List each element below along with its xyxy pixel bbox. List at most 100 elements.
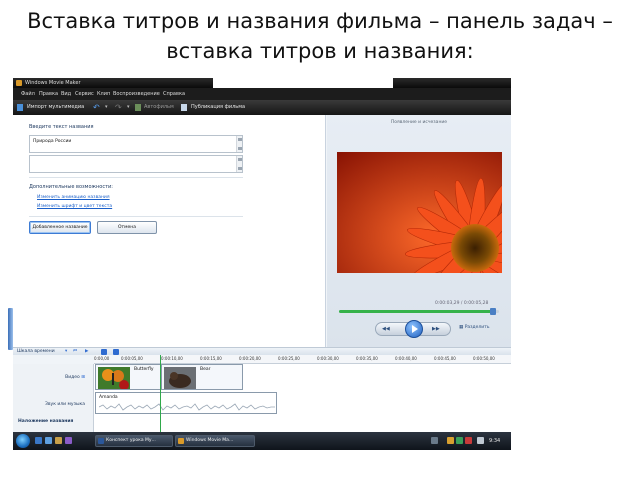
redo-dropdown-icon[interactable]: ▾ [127, 100, 130, 115]
timeline-ruler[interactable]: 0:00,00 0:00:05,00 0:00:10,00 0:00:15,00… [94, 355, 511, 364]
timeline-toolbar: Шкала времени ▾ ⏮ ▶ [13, 347, 511, 355]
ruler-tick: 0:00:30,00 [317, 356, 339, 361]
volume-icon[interactable] [477, 437, 484, 444]
slide-title: Вставка титров и названия фильма – панел… [27, 9, 613, 63]
subtitle-input-scrollbar[interactable] [236, 156, 242, 172]
more-options-heading: Дополнительные возможности: [29, 177, 243, 190]
word-icon [98, 438, 104, 444]
ruler-tick: 0:00:45,00 [434, 356, 456, 361]
play-timeline-icon[interactable]: ▶ [85, 348, 88, 356]
import-icon [17, 104, 23, 111]
subtitle-text-input[interactable] [29, 155, 243, 173]
publish-button[interactable]: Публикация фильма [191, 100, 245, 115]
menu-edit[interactable]: Правка [39, 88, 58, 100]
seek-progress [339, 310, 496, 313]
play-button[interactable] [405, 320, 423, 338]
clip-name: Amanda [99, 395, 118, 400]
flower-image [337, 152, 502, 273]
scroll-down-icon[interactable] [238, 167, 242, 170]
import-button[interactable]: Импорт мультимедиа [27, 100, 84, 115]
windows-taskbar: Конспект урока Му... Windows Movie Ma...… [13, 432, 511, 450]
rewind-timeline-icon[interactable]: ⏮ [73, 348, 77, 356]
expand-icon[interactable]: ⊞ [81, 375, 85, 380]
moviemaker-icon [178, 438, 184, 444]
menu-help[interactable]: Справка [163, 88, 185, 100]
bear-thumbnail [164, 367, 196, 389]
taskbar-item-moviemaker[interactable]: Windows Movie Ma... [175, 435, 255, 447]
add-title-button[interactable]: Добавленное название [29, 221, 91, 234]
menu-file[interactable]: Файл [21, 88, 35, 100]
app-icon [16, 80, 22, 86]
titlebar-gap [213, 78, 393, 88]
rewind-icon[interactable]: ◀◀ [382, 327, 391, 332]
change-animation-link[interactable]: Изменить анимацию названия [37, 195, 110, 200]
title-text-value: Природа России [33, 139, 72, 144]
ie-icon[interactable] [35, 437, 42, 444]
title-task-pane: Введите текст названия Природа России До… [13, 115, 326, 347]
menu-clip[interactable]: Клип [97, 88, 110, 100]
video-track-name: Видео [65, 375, 80, 380]
ruler-tick: 0:00,00 [94, 356, 110, 361]
split-button[interactable]: ▦ Разделить [459, 325, 490, 330]
tray-icon-2[interactable] [456, 437, 463, 444]
ruler-tick: 0:00:15,00 [200, 356, 222, 361]
menu-tools[interactable]: Сервис [75, 88, 94, 100]
ruler-tick: 0:00:10,00 [161, 356, 183, 361]
task-divider [29, 216, 243, 217]
desktop-icon[interactable] [45, 437, 52, 444]
taskbar-item-label: Windows Movie Ma... [186, 438, 234, 443]
media-icon[interactable] [65, 437, 72, 444]
autofilm-button[interactable]: Автофильм [144, 100, 174, 115]
video-clip-butterfly[interactable]: Butterfly [95, 364, 161, 390]
taskbar-item-label: Конспект урока Му... [106, 438, 156, 443]
ruler-tick: 0:00:35,00 [356, 356, 378, 361]
timeline-dropdown-icon[interactable]: ▾ [65, 348, 67, 356]
toolbar: Импорт мультимедиа ↶ ▾ ↷ ▾ Автофильм Пуб… [13, 100, 511, 115]
title-overlay-track-label: Наложение названия [13, 418, 94, 432]
ruler-tick: 0:00:05,00 [121, 356, 143, 361]
playback-time: 0:00:03,29 / 0:00:05,28 [435, 301, 489, 306]
title-text-label: Введите текст названия [29, 124, 94, 130]
clip-name: Butterfly [134, 367, 154, 372]
timeline-tracks: Видео ⊞ Butterfly Bear Звук или музыка A… [13, 364, 511, 432]
video-clip-bear[interactable]: Bear [161, 364, 243, 390]
scroll-up-icon[interactable] [238, 138, 242, 141]
cancel-button[interactable]: Отмена [97, 221, 157, 234]
clip-name: Bear [200, 367, 211, 372]
preview-title: Появление и исчезание [390, 120, 448, 125]
taskbar-item-lesson[interactable]: Конспект урока Му... [95, 435, 173, 447]
window-title: Windows Movie Maker [25, 80, 81, 86]
timeline-toggle[interactable]: Шкала времени [17, 348, 55, 356]
language-icon[interactable] [431, 437, 438, 444]
ruler-tick: 0:00:25,00 [278, 356, 300, 361]
preview-screen [337, 152, 502, 273]
tray-icon-1[interactable] [447, 437, 454, 444]
menu-bar: Файл Правка Вид Сервис Клип Воспроизведе… [13, 88, 511, 100]
menu-view[interactable]: Вид [61, 88, 71, 100]
video-track-label: Видео ⊞ [13, 364, 94, 392]
change-font-color-link[interactable]: Изменить шрифт и цвет текста [37, 204, 112, 209]
audio-track-label: Звук или музыка [13, 392, 94, 418]
ruler-tick: 0:00:40,00 [395, 356, 417, 361]
tray-icon-3[interactable] [465, 437, 472, 444]
seek-handle[interactable] [489, 308, 496, 315]
undo-icon[interactable]: ↶ [93, 100, 100, 115]
audio-waveform [99, 403, 275, 411]
forward-icon[interactable]: ▶▶ [432, 327, 441, 332]
scroll-up-icon[interactable] [238, 158, 242, 161]
scroll-down-icon[interactable] [238, 147, 242, 150]
explorer-icon[interactable] [55, 437, 62, 444]
window-titlebar: Windows Movie Maker [13, 78, 511, 88]
seek-bar[interactable] [339, 308, 499, 315]
start-button[interactable] [16, 434, 30, 448]
ruler-tick: 0:00:20,00 [239, 356, 261, 361]
title-input-scrollbar[interactable] [236, 136, 242, 152]
undo-dropdown-icon[interactable]: ▾ [105, 100, 108, 115]
redo-icon[interactable]: ↷ [115, 100, 122, 115]
publish-icon [181, 104, 187, 111]
playback-controls: ◀◀ ▶▶ [375, 320, 451, 338]
title-text-input[interactable]: Природа России [29, 135, 243, 153]
menu-playback[interactable]: Воспроизведение [113, 88, 160, 100]
audio-clip-amanda[interactable]: Amanda [95, 392, 277, 414]
timeline-playhead[interactable] [160, 355, 161, 439]
